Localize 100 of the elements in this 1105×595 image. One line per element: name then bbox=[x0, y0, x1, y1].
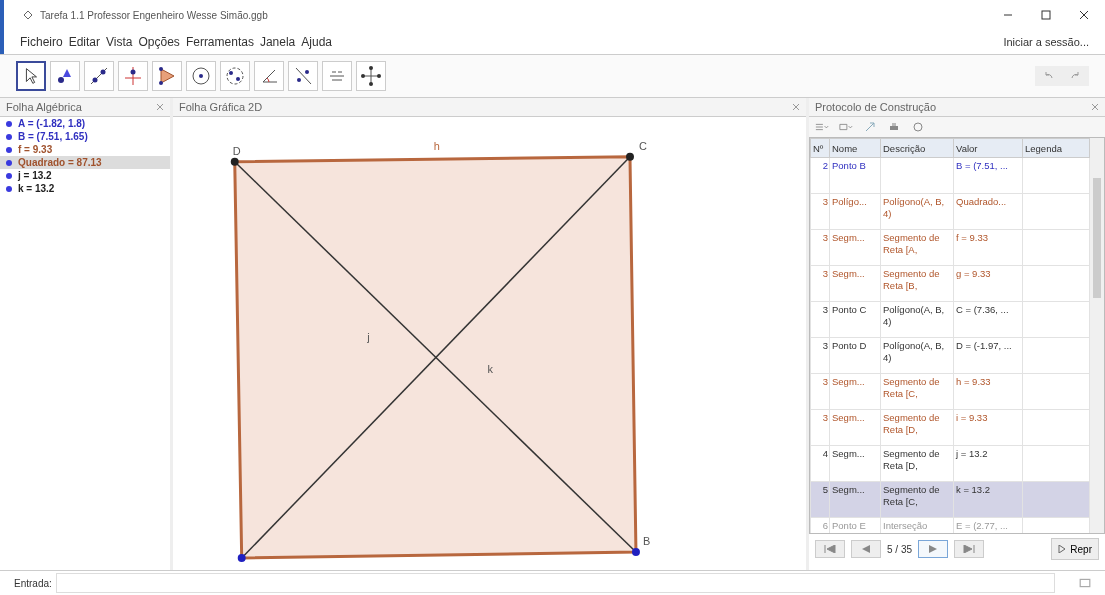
menu-item[interactable]: Ajuda bbox=[301, 35, 332, 49]
sign-in-link[interactable]: Iniciar a sessão... bbox=[1003, 36, 1089, 48]
table-cell: k = 13.2 bbox=[956, 484, 991, 495]
close-icon[interactable] bbox=[1079, 10, 1089, 20]
next-step-button[interactable] bbox=[918, 540, 949, 558]
point[interactable] bbox=[230, 157, 239, 166]
table-cell: Polígono(A, B, 4) bbox=[883, 340, 945, 363]
table-cell: C = (7.36, ... bbox=[956, 304, 1009, 315]
table-cell: g = 9.33 bbox=[956, 268, 991, 279]
segment-label: h bbox=[433, 139, 440, 152]
table-cell: Segm... bbox=[832, 448, 865, 459]
app-logo-icon bbox=[22, 9, 34, 21]
table-cell: Segm... bbox=[832, 484, 865, 495]
column-header[interactable]: Legenda bbox=[1022, 138, 1090, 158]
input-label: Entrada: bbox=[14, 577, 52, 589]
table-cell: B = (7.51, ... bbox=[956, 160, 1008, 171]
table-cell: 3 bbox=[822, 304, 828, 315]
scrollbar[interactable] bbox=[1090, 138, 1104, 533]
table-cell: Ponto C bbox=[832, 304, 867, 315]
column-header[interactable]: Descrição bbox=[880, 138, 954, 158]
skip-back-icon bbox=[824, 545, 836, 553]
ellipse-icon bbox=[223, 64, 247, 88]
protocol-row[interactable]: 3 Segm... Segmento de Reta [B, g = 9.33 bbox=[810, 265, 1090, 302]
algebra-item[interactable]: k = 13.2 bbox=[0, 182, 170, 195]
columns-menu-icon[interactable] bbox=[815, 122, 829, 132]
algebra-item[interactable]: Quadrado = 87.13 bbox=[0, 156, 170, 169]
table-cell: 4 bbox=[822, 448, 828, 459]
table-cell: j = 13.2 bbox=[956, 448, 988, 459]
panel-title: Folha Algébrica bbox=[6, 101, 82, 113]
menu-item[interactable]: Opções bbox=[138, 35, 180, 49]
segment-label: j bbox=[367, 331, 370, 343]
input-field[interactable] bbox=[55, 573, 1055, 593]
export-icon[interactable] bbox=[863, 122, 877, 132]
table-cell: 3 bbox=[822, 268, 828, 279]
table-cell: Segm... bbox=[832, 412, 865, 423]
point-label: D bbox=[232, 144, 241, 157]
table-cell: Interseção bbox=[883, 520, 928, 531]
table-cell: Segmento de Reta [C, bbox=[883, 376, 940, 399]
protocol-row[interactable]: 5 Segm... Segmento de Reta [C, k = 13.2 bbox=[810, 481, 1090, 518]
column-header[interactable]: Nº bbox=[810, 138, 830, 158]
menu-item[interactable]: Vista bbox=[106, 35, 133, 49]
table-cell: Segm... bbox=[832, 268, 865, 279]
circle-icon bbox=[189, 64, 213, 88]
protocol-row[interactable]: 3 Ponto C Polígono(A, B, 4) C = (7.36, ... bbox=[810, 301, 1090, 338]
column-header[interactable]: Nome bbox=[829, 138, 881, 158]
protocol-row[interactable]: 3 Segm... Segmento de Reta [D, i = 9.33 bbox=[810, 409, 1090, 446]
algebra-item[interactable]: j = 13.2 bbox=[0, 169, 170, 182]
table-cell: 3 bbox=[822, 232, 828, 243]
protocol-row[interactable]: 3 Polígo... Polígono(A, B, 4) Quadrado... bbox=[810, 193, 1090, 230]
table-cell: Polígono(A, B, 4) bbox=[883, 304, 945, 327]
protocol-row[interactable]: 3 Segm... Segmento de Reta [C, h = 9.33 bbox=[810, 373, 1090, 410]
column-header[interactable]: Valor bbox=[953, 138, 1023, 158]
window-title: Tarefa 1.1 Professor Engenheiro Wesse Simão.ggb bbox=[40, 9, 268, 21]
protocol-row[interactable]: 3 Ponto D Polígono(A, B, 4) D = (-1.97, ... bbox=[810, 337, 1090, 374]
play-button[interactable]: Repr bbox=[1051, 538, 1099, 560]
table-cell: Segmento de Reta [C, bbox=[883, 484, 940, 507]
menu-item[interactable]: Ficheiro bbox=[20, 35, 63, 49]
protocol-row[interactable]: 2 Ponto B B = (7.51, ... bbox=[810, 157, 1090, 194]
algebra-item[interactable]: f = 9.33 bbox=[0, 143, 170, 156]
table-cell: Segmento de Reta [B, bbox=[883, 268, 940, 291]
help-icon[interactable] bbox=[911, 122, 925, 132]
table-cell: E = (2.77, ... bbox=[956, 520, 1008, 531]
table-cell: Segmento de Reta [D, bbox=[883, 448, 940, 471]
table-cell: Polígo... bbox=[832, 196, 867, 207]
print-icon[interactable] bbox=[887, 122, 901, 132]
options-menu-icon[interactable] bbox=[839, 122, 853, 132]
table-cell: 3 bbox=[822, 340, 828, 351]
skip-forward-icon bbox=[963, 545, 976, 553]
table-cell: Ponto E bbox=[832, 520, 866, 531]
point-label: B bbox=[642, 535, 651, 548]
table-cell: 3 bbox=[822, 376, 828, 387]
point[interactable] bbox=[631, 548, 640, 557]
panel-title: Protocolo de Construção bbox=[815, 101, 937, 113]
protocol-row[interactable]: 4 Segm... Segmento de Reta [D, j = 13.2 bbox=[810, 445, 1090, 482]
table-cell: Segmento de Reta [A, bbox=[883, 232, 940, 255]
menu-item[interactable]: Janela bbox=[259, 35, 296, 49]
keyboard-icon[interactable] bbox=[1079, 577, 1091, 589]
previous-step-button[interactable] bbox=[851, 540, 881, 558]
algebra-item[interactable]: A = (-1.82, 1.8) bbox=[0, 117, 170, 130]
first-step-button[interactable] bbox=[815, 540, 845, 558]
protocol-row[interactable]: 3 Segm... Segmento de Reta [A, f = 9.33 bbox=[810, 229, 1090, 266]
table-cell: 5 bbox=[822, 484, 828, 495]
table-cell: 3 bbox=[822, 412, 828, 423]
menu-item[interactable]: Editar bbox=[68, 35, 101, 49]
step-counter: 5 / 35 bbox=[887, 543, 913, 555]
table-cell: D = (-1.97, ... bbox=[956, 340, 1012, 351]
algebra-item[interactable]: B = (7.51, 1.65) bbox=[0, 130, 170, 143]
segment-label: k bbox=[487, 362, 494, 375]
maximize-icon[interactable] bbox=[1041, 10, 1051, 20]
back-icon bbox=[860, 545, 872, 553]
tool-button[interactable] bbox=[16, 61, 46, 91]
move-icon bbox=[359, 64, 383, 88]
last-step-button[interactable] bbox=[954, 540, 985, 558]
table-cell: Polígono(A, B, 4) bbox=[883, 196, 945, 219]
table-cell: f = 9.33 bbox=[956, 232, 988, 243]
menu-item[interactable]: Ferramentas bbox=[185, 35, 254, 49]
table-cell: i = 9.33 bbox=[956, 412, 988, 423]
point[interactable] bbox=[626, 152, 634, 161]
point[interactable] bbox=[237, 554, 246, 563]
table-cell: h = 9.33 bbox=[956, 376, 991, 387]
